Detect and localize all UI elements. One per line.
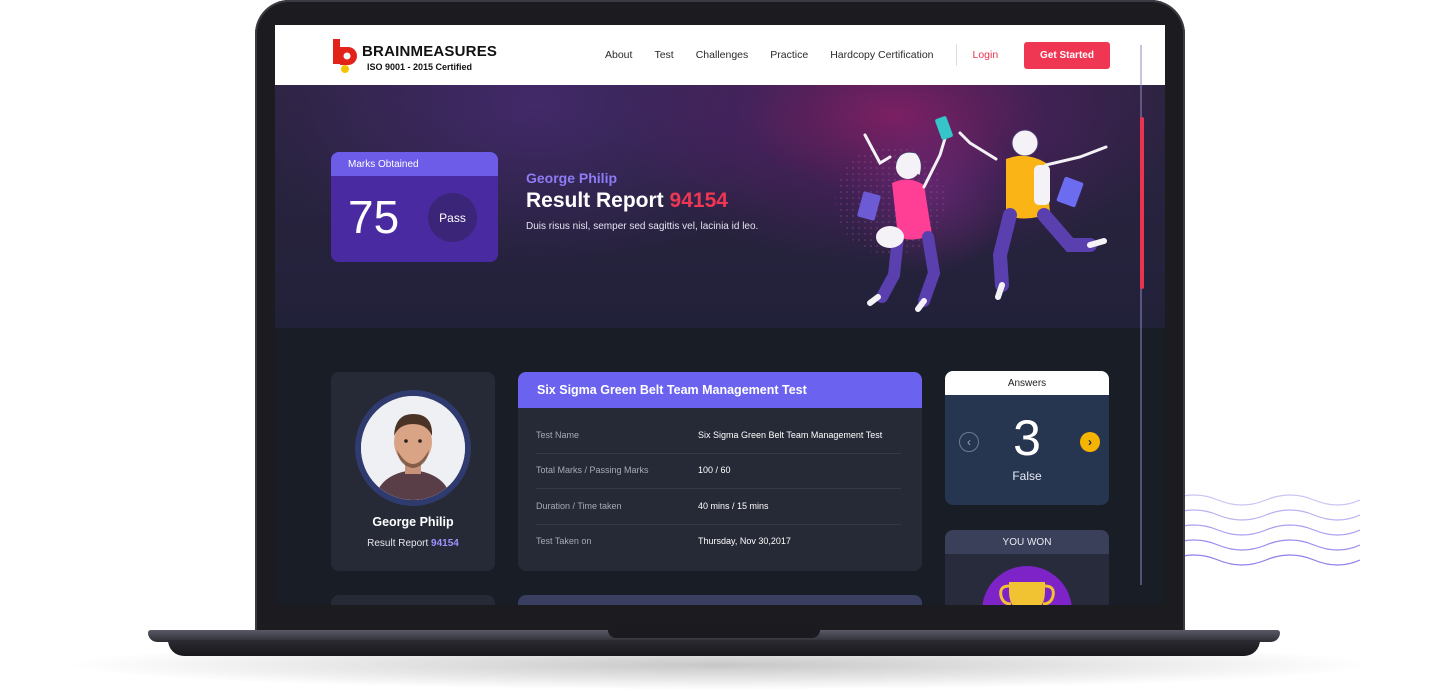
hero-section: Marks Obtained 75 Pass George Philip Res… — [275, 85, 1165, 328]
test-row-label: Total Marks / Passing Marks — [536, 465, 649, 475]
brand-logo-icon — [333, 39, 357, 73]
test-row: Test Taken on Thursday, Nov 30,2017 — [536, 524, 901, 560]
laptop-base-lip — [168, 640, 1260, 656]
laptop-screen: BRAINMEASURES ISO 9001 - 2015 Certified … — [275, 25, 1165, 605]
answers-card: Answers ‹ 3 › False — [945, 371, 1109, 505]
test-row-label: Test Name — [536, 430, 580, 440]
profile-report-number: 94154 — [431, 538, 459, 549]
brand-tagline: ISO 9001 - 2015 Certified — [367, 62, 473, 72]
profile-report-label: Result Report — [367, 538, 429, 549]
celebration-illustration — [835, 105, 1108, 312]
test-row-label: Test Taken on — [536, 536, 592, 546]
trophy-icon — [999, 582, 1055, 605]
answers-title: Answers — [945, 371, 1109, 395]
test-row-value: 40 mins / 15 mins — [698, 501, 769, 511]
brand-name: BRAINMEASURES — [362, 43, 498, 60]
you-won-card: YOU WON — [945, 530, 1109, 605]
nav-link-hardcopy-certification[interactable]: Hardcopy Certification — [830, 49, 933, 61]
trophy-badge — [982, 566, 1072, 605]
brand-logo[interactable]: BRAINMEASURES ISO 9001 - 2015 Certified — [331, 37, 497, 77]
next-card-left — [331, 595, 495, 605]
nav-link-practice[interactable]: Practice — [770, 49, 808, 61]
marks-value: 75 — [348, 191, 400, 243]
avatar-portrait — [361, 396, 465, 500]
hero-candidate-name: George Philip — [526, 170, 618, 186]
marks-obtained-card: Marks Obtained 75 Pass — [331, 152, 498, 262]
you-won-title: YOU WON — [945, 530, 1109, 554]
next-card-middle — [518, 595, 922, 605]
mockup-stage: BRAINMEASURES ISO 9001 - 2015 Certified … — [0, 0, 1440, 695]
hero-title: Result Report 94154 — [526, 189, 728, 213]
hero-title-text: Result Report — [526, 189, 664, 212]
top-navbar: BRAINMEASURES ISO 9001 - 2015 Certified … — [275, 25, 1165, 85]
test-row-value: Six Sigma Green Belt Team Management Tes… — [698, 430, 883, 440]
test-details-card: Six Sigma Green Belt Team Management Tes… — [518, 372, 922, 571]
chevron-right-icon[interactable]: › — [1080, 432, 1100, 452]
login-link[interactable]: Login — [973, 49, 999, 61]
test-row: Total Marks / Passing Marks 100 / 60 — [536, 453, 901, 489]
profile-card: George Philip Result Report 94154 — [331, 372, 495, 571]
decorative-waves — [1170, 494, 1360, 566]
test-details-title: Six Sigma Green Belt Team Management Tes… — [518, 372, 922, 408]
scrollbar-thumb[interactable] — [1140, 117, 1144, 289]
nav-link-test[interactable]: Test — [654, 49, 673, 61]
test-row-label: Duration / Time taken — [536, 501, 622, 511]
laptop-notch — [608, 630, 820, 638]
status-badge: Pass — [428, 193, 477, 242]
answer-result: False — [1012, 469, 1042, 483]
test-row: Test Name Six Sigma Green Belt Team Mana… — [536, 418, 901, 454]
test-row: Duration / Time taken 40 mins / 15 mins — [536, 489, 901, 525]
nav-link-challenges[interactable]: Challenges — [696, 49, 749, 61]
hero-report-number: 94154 — [669, 189, 728, 212]
avatar-ring — [355, 390, 471, 506]
nav-divider — [955, 44, 957, 66]
test-row-value: Thursday, Nov 30,2017 — [698, 536, 791, 546]
nav-link-about[interactable]: About — [605, 49, 632, 61]
avatar — [361, 396, 465, 500]
hero-description: Duis risus nisl, semper sed sagittis vel… — [526, 221, 759, 232]
profile-report: Result Report 94154 — [331, 538, 495, 549]
marks-obtained-label: Marks Obtained — [331, 152, 498, 176]
profile-name: George Philip — [372, 515, 454, 529]
get-started-button[interactable]: Get Started — [1024, 42, 1110, 69]
test-row-value: 100 / 60 — [698, 465, 731, 475]
nav-links: About Test Challenges Practice Hardcopy … — [605, 25, 1026, 85]
